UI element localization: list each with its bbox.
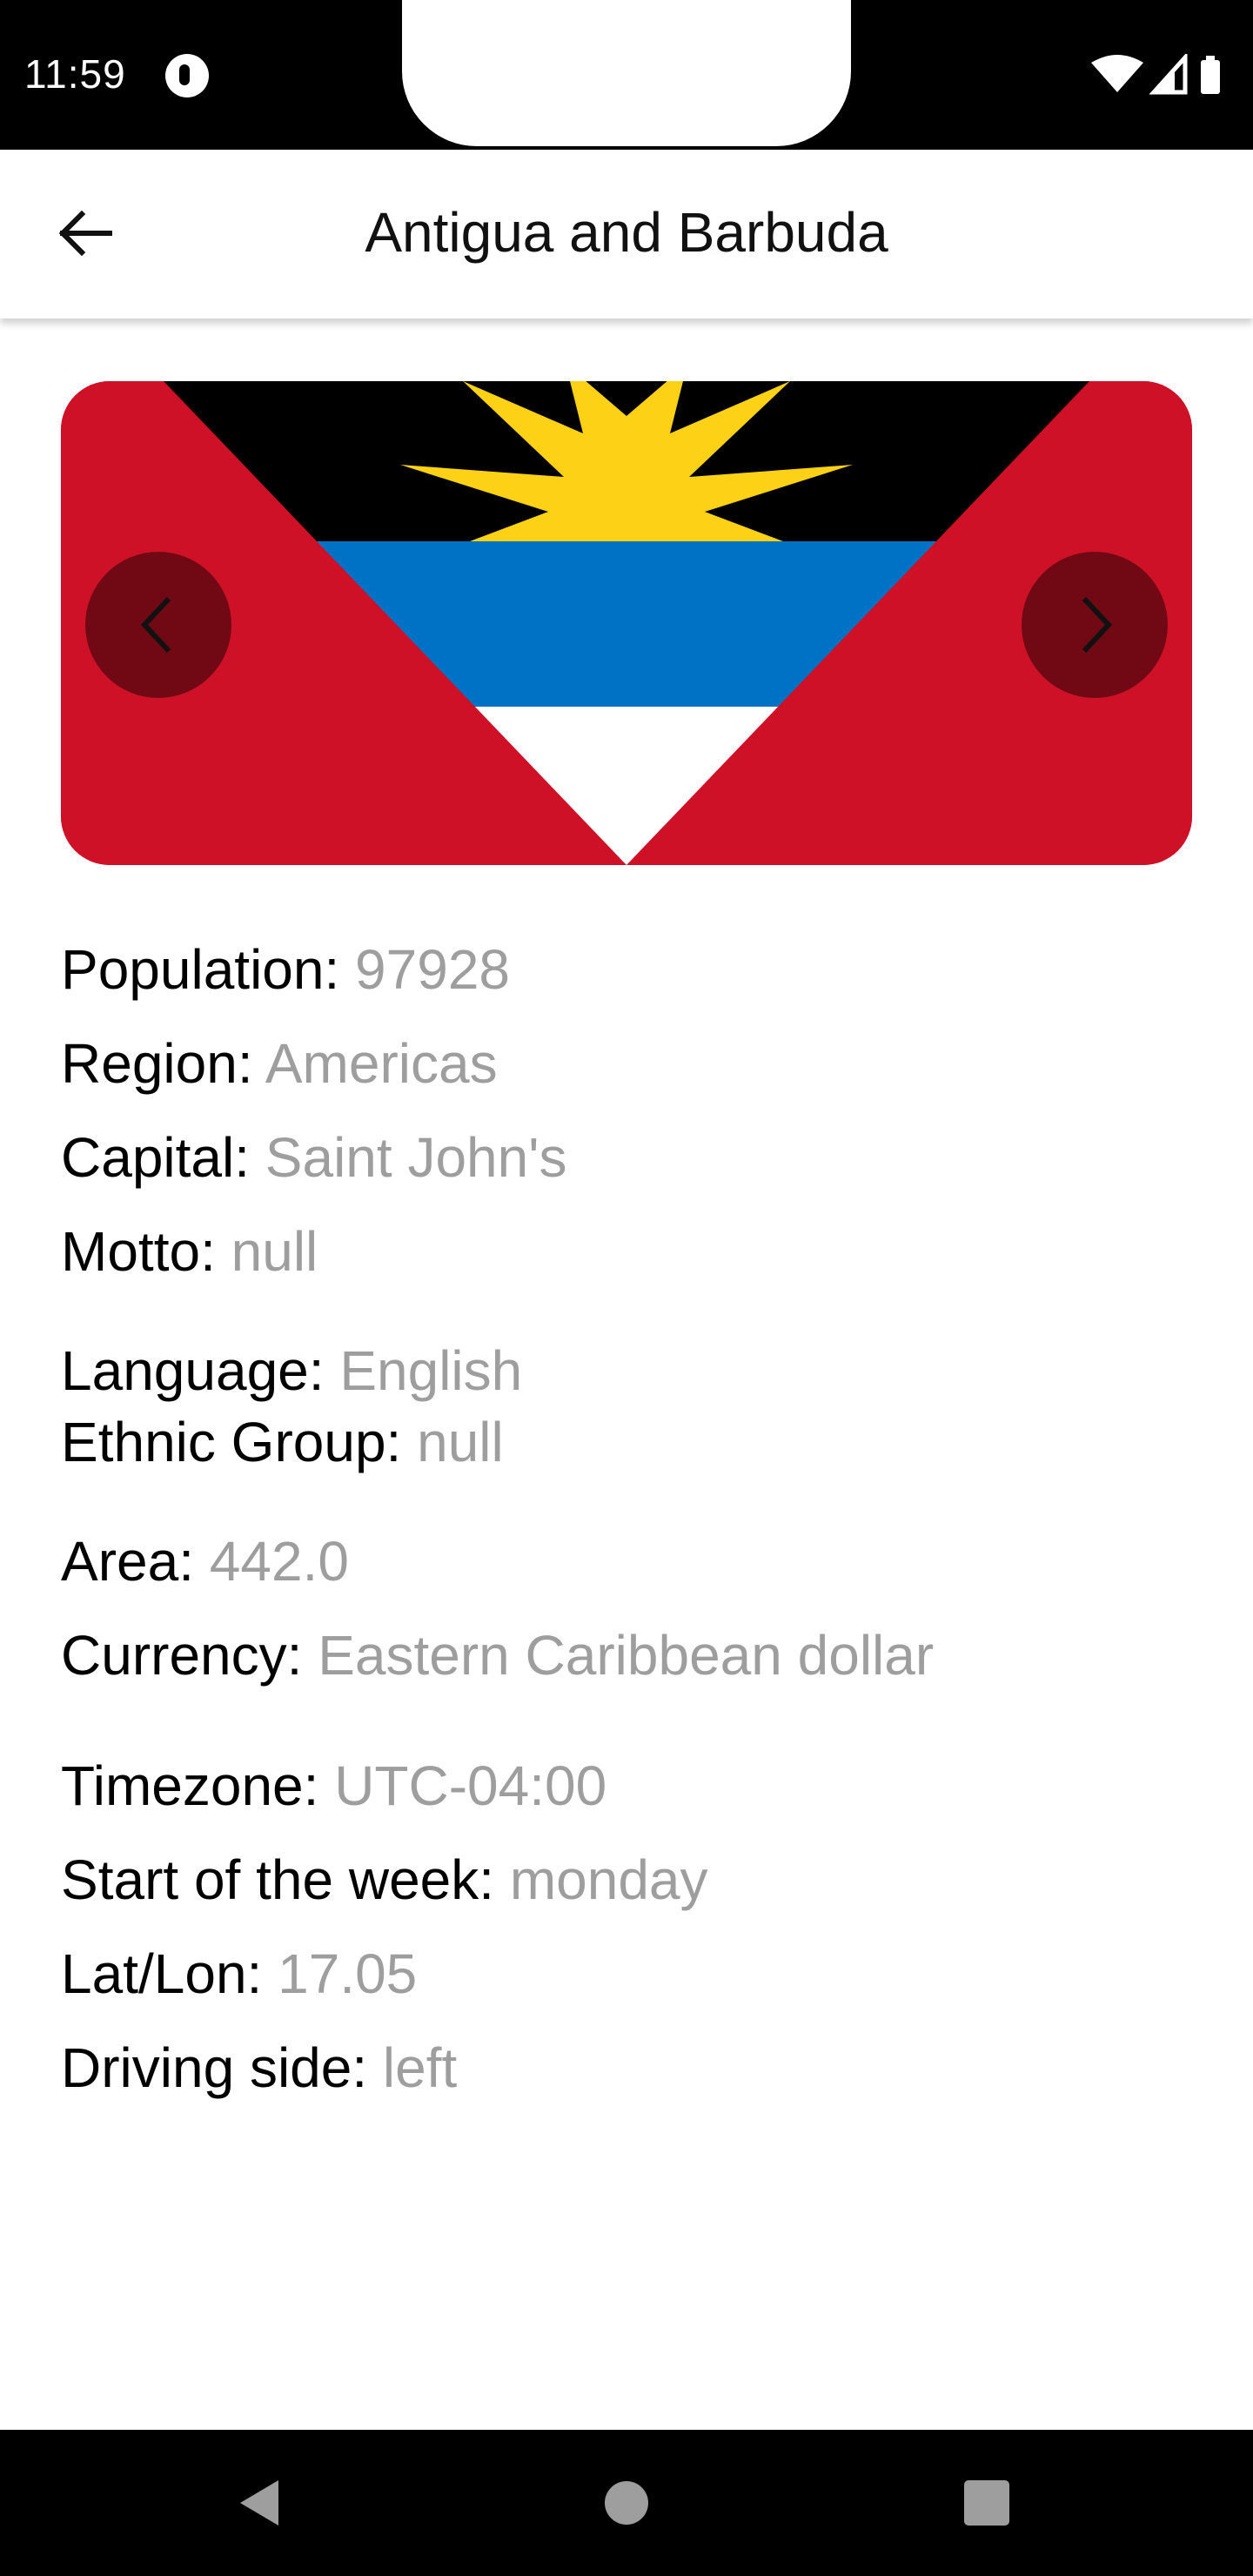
detail-ethnic-group: Ethnic Group: null	[61, 1406, 1192, 1478]
app-bar: Antigua and Barbuda	[0, 150, 1253, 319]
detail-value: left	[382, 2036, 458, 2099]
page-title: Antigua and Barbuda	[365, 201, 888, 264]
wifi-icon	[1091, 55, 1143, 92]
next-image-button[interactable]	[1022, 552, 1168, 698]
detail-currency: Currency: Eastern Caribbean dollar	[61, 1608, 1192, 1702]
detail-value: 17.05	[278, 1942, 418, 2005]
detail-label: Lat/Lon:	[61, 1942, 263, 2005]
status-bar: 11:59	[0, 0, 1253, 150]
detail-value: null	[417, 1411, 504, 1473]
detail-value: Saint John's	[265, 1126, 567, 1189]
detail-area: Area: 442.0	[61, 1514, 1192, 1608]
detail-region: Region: Americas	[61, 1016, 1192, 1110]
detail-start-of-week: Start of the week: monday	[61, 1833, 1192, 1927]
home-circle-icon	[605, 2481, 648, 2525]
cellular-signal-icon	[1149, 54, 1188, 95]
chevron-right-icon	[1082, 596, 1113, 654]
nav-recents-button[interactable]	[943, 2459, 1030, 2546]
detail-label: Motto:	[61, 1220, 216, 1283]
detail-label: Driving side:	[61, 2036, 368, 2099]
chevron-left-icon	[140, 596, 171, 654]
status-icons	[1091, 54, 1230, 96]
detail-value: monday	[509, 1848, 708, 1911]
nav-back-button[interactable]	[218, 2459, 305, 2546]
detail-value: English	[339, 1339, 523, 1402]
detail-label: Capital:	[61, 1126, 250, 1189]
back-triangle-icon	[240, 2480, 278, 2526]
country-details: Population: 97928 Region: Americas Capit…	[61, 922, 1192, 2115]
previous-image-button[interactable]	[85, 552, 231, 698]
detail-value: Americas	[265, 1032, 498, 1095]
detail-language: Language: English	[61, 1335, 1192, 1406]
detail-lat-lon: Lat/Lon: 17.05	[61, 1927, 1192, 2021]
battery-icon	[1201, 56, 1220, 94]
recents-square-icon	[964, 2480, 1009, 2526]
detail-value: null	[231, 1220, 318, 1283]
detail-driving-side: Driving side: left	[61, 2021, 1192, 2115]
detail-value: 97928	[355, 938, 510, 1001]
detail-label: Region:	[61, 1032, 253, 1095]
status-time: 11:59	[24, 51, 126, 97]
detail-motto: Motto: null	[61, 1204, 1192, 1298]
nav-home-button[interactable]	[583, 2459, 670, 2546]
detail-value: 442.0	[209, 1530, 349, 1593]
detail-population: Population: 97928	[61, 922, 1192, 1016]
display-notch	[402, 0, 851, 146]
detail-capital: Capital: Saint John's	[61, 1110, 1192, 1204]
detail-label: Currency:	[61, 1624, 303, 1687]
system-navigation-bar	[0, 2430, 1253, 2576]
notification-badge-icon	[165, 54, 209, 97]
detail-value: UTC-04:00	[334, 1754, 607, 1817]
detail-label: Population:	[61, 938, 340, 1001]
detail-timezone: Timezone: UTC-04:00	[61, 1739, 1192, 1833]
detail-label: Area:	[61, 1530, 194, 1593]
detail-label: Language:	[61, 1339, 325, 1402]
detail-label: Start of the week:	[61, 1848, 495, 1911]
detail-label: Ethnic Group:	[61, 1411, 402, 1473]
detail-label: Timezone:	[61, 1754, 319, 1817]
flag-carousel[interactable]	[61, 381, 1192, 865]
detail-value: Eastern Caribbean dollar	[318, 1624, 935, 1687]
